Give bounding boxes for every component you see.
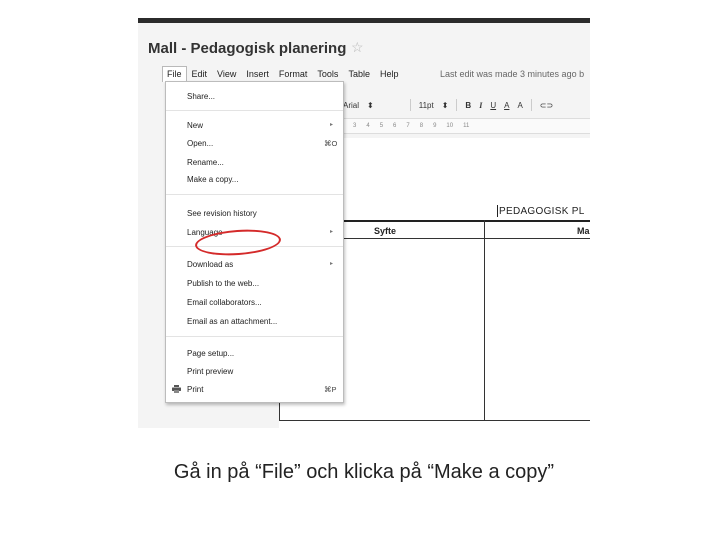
text-cursor — [497, 205, 498, 217]
menu-item-download-as[interactable]: Download as ▸ — [166, 257, 343, 273]
highlight-color-button[interactable]: A — [517, 101, 522, 110]
menu-edit[interactable]: Edit — [187, 66, 213, 82]
toolbar-divider — [409, 99, 411, 111]
toolbar-divider — [456, 99, 458, 111]
ruler-mark: 7 — [406, 123, 410, 129]
shortcut-label: ⌘O — [324, 139, 338, 148]
table-column-divider — [484, 220, 485, 420]
ruler-mark: 3 — [353, 123, 357, 129]
table-header-syfte: Syfte — [374, 226, 397, 236]
menu-file[interactable]: File — [162, 66, 187, 82]
font-select[interactable]: Arial — [343, 101, 359, 110]
menu-item-print[interactable]: Print ⌘P — [166, 382, 343, 398]
menu-divider — [166, 336, 343, 337]
ruler-mark: 6 — [393, 123, 397, 129]
menu-divider — [166, 194, 343, 195]
ruler-mark: 11 — [463, 123, 470, 129]
menu-table[interactable]: Table — [343, 66, 375, 82]
submenu-arrow-icon: ▸ — [330, 261, 334, 267]
text-color-button[interactable]: A — [504, 101, 509, 110]
menu-help[interactable]: Help — [375, 66, 404, 82]
menu-divider — [166, 110, 343, 111]
menu-tools[interactable]: Tools — [312, 66, 343, 82]
underline-button[interactable]: U — [490, 101, 496, 110]
submenu-arrow-icon: ▸ — [330, 229, 334, 235]
top-dark-bar — [138, 18, 590, 23]
menu-bar: File Edit View Insert Format Tools Table… — [162, 66, 403, 82]
star-icon[interactable]: ☆ — [351, 39, 364, 56]
link-icon[interactable]: ⊂⊃ — [540, 101, 553, 110]
menu-item-rename[interactable]: Rename... — [166, 155, 343, 171]
italic-button[interactable]: I — [479, 101, 482, 110]
table-header-ma: Ma — [577, 226, 590, 236]
last-edit-status[interactable]: Last edit was made 3 minutes ago b — [440, 69, 584, 79]
menu-format[interactable]: Format — [274, 66, 313, 82]
screenshot-frame: Mall - Pedagogisk planering ☆ File Edit … — [138, 18, 590, 428]
bold-button[interactable]: B — [465, 101, 471, 110]
ruler-mark: 5 — [379, 123, 384, 129]
printer-icon — [172, 385, 181, 395]
font-size-select[interactable]: 11pt — [419, 101, 434, 110]
menu-view[interactable]: View — [212, 66, 241, 82]
font-size-arrow-icon[interactable]: ⬍ — [442, 101, 449, 110]
instruction-caption: Gå in på “File” och klicka på “Make a co… — [173, 461, 555, 483]
ruler-mark: 9 — [433, 123, 437, 129]
ruler-mark: 4 — [366, 123, 370, 129]
toolbar-divider — [530, 99, 532, 111]
submenu-arrow-icon: ▸ — [330, 122, 334, 128]
menu-item-print-preview[interactable]: Print preview — [166, 364, 343, 380]
menu-item-email-collaborators[interactable]: Email collaborators... — [166, 295, 343, 311]
menu-item-email-attachment[interactable]: Email as an attachment... — [166, 314, 343, 330]
document-title[interactable]: Mall - Pedagogisk planering — [148, 40, 346, 57]
font-select-arrow-icon[interactable]: ⬍ — [367, 101, 374, 110]
menu-item-publish[interactable]: Publish to the web... — [166, 276, 343, 292]
page-heading: PEDAGOGISK PL — [499, 206, 585, 217]
menu-item-make-a-copy[interactable]: Make a copy... — [166, 172, 343, 188]
formatting-toolbar: Arial ⬍ 11pt ⬍ B I U A A ⊂⊃ — [343, 96, 590, 114]
menu-item-page-setup[interactable]: Page setup... — [166, 346, 343, 362]
shortcut-label: ⌘P — [324, 385, 337, 394]
file-menu-dropdown: Share... New ▸ Open... ⌘O Rename... Make… — [165, 81, 344, 403]
ruler-mark: 10 — [446, 123, 454, 129]
menu-insert[interactable]: Insert — [241, 66, 274, 82]
menu-item-share[interactable]: Share... — [166, 89, 343, 105]
ruler[interactable]: 3 4 5 6 7 8 9 10 11 — [343, 118, 590, 134]
ruler-mark: 8 — [419, 123, 424, 129]
menu-item-new[interactable]: New ▸ — [166, 118, 343, 134]
menu-item-open[interactable]: Open... ⌘O — [166, 136, 343, 152]
table-bottom-border — [279, 420, 590, 421]
menu-item-revision-history[interactable]: See revision history — [166, 206, 343, 222]
